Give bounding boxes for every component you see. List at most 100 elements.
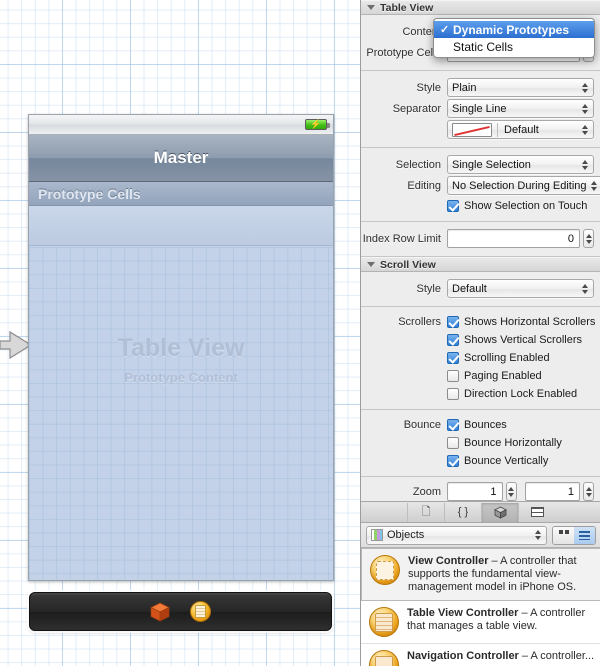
tab-code-snippet[interactable]: { }: [444, 502, 481, 522]
library-filter-bar[interactable]: Objects: [361, 523, 600, 548]
library-item-title: View Controller: [408, 555, 489, 567]
row-show-selection-on-touch[interactable]: Show Selection on Touch: [361, 197, 600, 214]
separator-color-popup-button[interactable]: Default: [447, 120, 594, 139]
checkbox-shows-horizontal-scrollers[interactable]: [447, 315, 459, 328]
row-selection[interactable]: Selection Single Selection: [361, 155, 600, 174]
checkbox-bounces[interactable]: [447, 418, 459, 431]
attributes-inspector[interactable]: Table View Content Dynamic Prototypes Pr…: [360, 0, 600, 666]
grid-view-icon[interactable]: [553, 526, 574, 544]
prototype-cell[interactable]: [29, 206, 333, 246]
first-responder-cube-icon[interactable]: [150, 602, 170, 622]
master-scene[interactable]: ⚡ Master Prototype Cells Table View Prot…: [28, 114, 334, 581]
row-bounce-vertically[interactable]: Bounce Vertically: [361, 452, 600, 469]
label-bounce: Bounce: [403, 418, 441, 431]
row-shows-horizontal-scrollers[interactable]: Scrollers Shows Horizontal Scrollers: [361, 313, 600, 330]
color-well-none-icon[interactable]: [452, 122, 492, 137]
library-view-mode-toggle[interactable]: [552, 525, 596, 545]
menu-item-label: Dynamic Prototypes: [453, 22, 570, 37]
menu-item-label: Static Cells: [453, 39, 514, 54]
storyboard-canvas[interactable]: ⚡ Master Prototype Cells Table View Prot…: [0, 0, 360, 666]
row-shows-vertical-scrollers[interactable]: Shows Vertical Scrollers: [361, 331, 600, 348]
menu-item-dynamic-prototypes[interactable]: ✓ Dynamic Prototypes: [434, 21, 594, 38]
disclosure-triangle-icon[interactable]: [367, 5, 375, 10]
separator-popup-button[interactable]: Single Line: [447, 99, 594, 118]
separator-color-value: Default: [504, 123, 539, 136]
library-item-title: Navigation Controller: [407, 650, 519, 662]
content-dropdown-menu[interactable]: ✓ Dynamic Prototypes Static Cells: [433, 18, 595, 58]
section-title: Scroll View: [380, 258, 436, 271]
object-library-cube-icon: [493, 506, 507, 519]
row-scroll-style[interactable]: Style Default: [361, 279, 600, 298]
row-index-row-limit[interactable]: Index Row Limit 0: [361, 229, 600, 248]
view-controller-icon: [370, 555, 400, 585]
navigation-bar[interactable]: Master: [29, 135, 333, 182]
library-tab-bar[interactable]: 🗋 { }: [361, 502, 600, 523]
row-separator[interactable]: Separator Single Line: [361, 99, 600, 118]
checkbox-show-selection-on-touch[interactable]: [447, 199, 459, 212]
table-view-body[interactable]: Table View Prototype Content: [29, 247, 333, 580]
code-snippet-icon: { }: [457, 506, 469, 518]
chevron-updown-icon: [580, 282, 589, 296]
zoom-min-stepper[interactable]: [505, 482, 517, 501]
editing-popup-button[interactable]: No Selection During Editing: [447, 176, 600, 195]
scroll-style-popup-value: Default: [452, 282, 487, 295]
label-shows-vertical-scrollers: Shows Vertical Scrollers: [464, 333, 582, 346]
separator-popup-value: Single Line: [452, 102, 507, 115]
row-paging-enabled[interactable]: Paging Enabled: [361, 367, 600, 384]
row-scrolling-enabled[interactable]: Scrolling Enabled: [361, 349, 600, 366]
navigation-controller-icon: [369, 650, 399, 666]
library-item-title: Table View Controller: [407, 607, 519, 619]
checkbox-paging-enabled[interactable]: [447, 369, 459, 382]
label-direction-lock-enabled: Direction Lock Enabled: [464, 387, 578, 400]
scene-dock[interactable]: [29, 592, 332, 631]
menu-item-static-cells[interactable]: Static Cells: [434, 38, 594, 55]
selection-popup-button[interactable]: Single Selection: [447, 155, 594, 174]
list-view-icon[interactable]: [574, 526, 595, 544]
library-pane[interactable]: 🗋 { } Objects View Controller – A contro…: [361, 501, 600, 666]
label-index-row-limit: Index Row Limit: [362, 232, 441, 245]
library-filter-popup[interactable]: Objects: [366, 525, 547, 545]
row-separator-color[interactable]: Default: [361, 120, 600, 139]
row-style[interactable]: Style Plain: [361, 78, 600, 97]
editing-popup-value: No Selection During Editing: [452, 179, 587, 192]
tab-file-template[interactable]: 🗋: [407, 502, 444, 522]
library-item-description: – A controller...: [518, 650, 595, 662]
label-bounces: Bounces: [464, 418, 507, 431]
index-row-limit-stepper[interactable]: [583, 229, 594, 248]
library-item-text: Navigation Controller – A controller...: [407, 650, 594, 663]
index-row-limit-field[interactable]: 0: [447, 229, 580, 248]
row-zoom[interactable]: Zoom 1 1: [361, 482, 600, 501]
tab-media-library[interactable]: [518, 502, 555, 522]
library-item-view-controller[interactable]: View Controller – A controller that supp…: [361, 548, 600, 601]
checkbox-shows-vertical-scrollers[interactable]: [447, 333, 459, 346]
label-bounce-horizontally: Bounce Horizontally: [464, 436, 562, 449]
library-filter-label: Objects: [387, 529, 425, 541]
scroll-view-style-group: Style Default: [361, 272, 600, 307]
table-view-controller-icon[interactable]: [190, 601, 211, 622]
row-bounces[interactable]: Bounce Bounces: [361, 416, 600, 433]
checkbox-scrolling-enabled[interactable]: [447, 351, 459, 364]
library-item-navigation-controller[interactable]: Navigation Controller – A controller...: [361, 644, 600, 666]
zoom-max-field[interactable]: 1: [524, 482, 580, 501]
checkbox-bounce-horizontally[interactable]: [447, 436, 459, 449]
checkbox-bounce-vertically[interactable]: [447, 454, 459, 467]
library-item-table-view-controller[interactable]: Table View Controller – A controller tha…: [361, 601, 600, 644]
row-editing[interactable]: Editing No Selection During Editing: [361, 176, 600, 195]
bounce-group: Bounce Bounces Bounce Horizontally Bounc…: [361, 410, 600, 477]
row-bounce-horizontally[interactable]: Bounce Horizontally: [361, 434, 600, 451]
prototype-cells-header: Prototype Cells: [29, 182, 333, 206]
table-view-style-group: Style Plain Separator Single Line Defaul…: [361, 71, 600, 148]
section-header-scroll-view[interactable]: Scroll View: [361, 257, 600, 272]
label-editing: Editing: [407, 179, 441, 192]
scroll-style-popup-button[interactable]: Default: [447, 279, 594, 298]
tab-object-library[interactable]: [481, 502, 518, 522]
zoom-max-stepper[interactable]: [583, 482, 594, 501]
zoom-min-field[interactable]: 1: [447, 482, 503, 501]
style-popup-button[interactable]: Plain: [447, 78, 594, 97]
section-header-table-view[interactable]: Table View: [361, 0, 600, 15]
label-zoom: Zoom: [412, 485, 441, 498]
disclosure-triangle-icon[interactable]: [367, 262, 375, 267]
library-item-list[interactable]: View Controller – A controller that supp…: [361, 548, 600, 666]
checkbox-direction-lock-enabled[interactable]: [447, 387, 459, 400]
row-direction-lock-enabled[interactable]: Direction Lock Enabled: [361, 385, 600, 402]
